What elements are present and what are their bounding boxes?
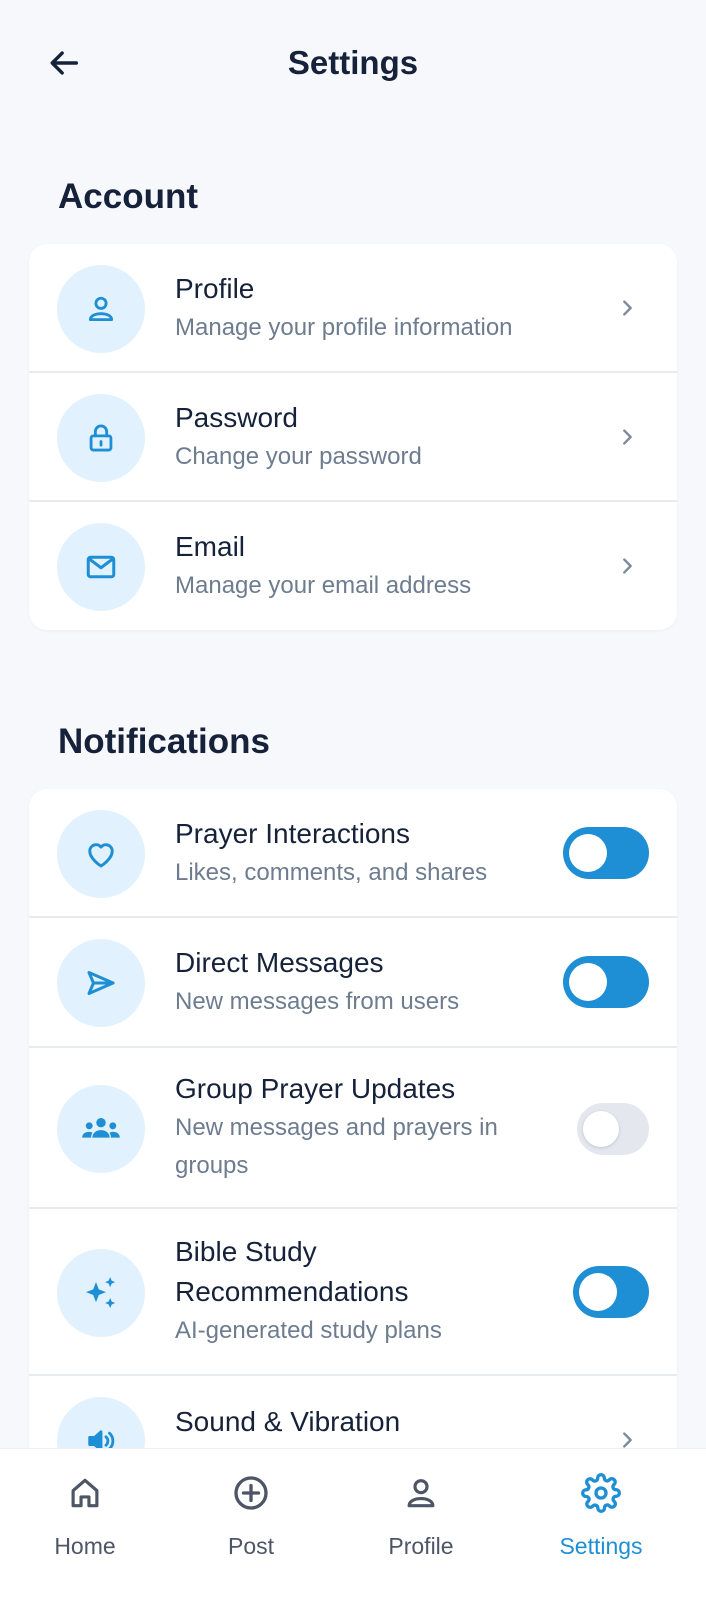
account-item-subtitle: Change your password [175, 443, 422, 470]
chevron-right-icon [615, 554, 639, 578]
notification-item-prayer-interactions: Prayer Interactions Likes, comments, and… [29, 789, 677, 918]
account-item-title: Email [175, 531, 246, 562]
account-item-profile[interactable]: Profile Manage your profile information [29, 244, 677, 373]
plus-circle-icon [229, 1471, 273, 1515]
nav-item-post[interactable]: Post [201, 1449, 301, 1600]
direct-messages-toggle[interactable] [563, 956, 649, 1008]
toggle-knob [583, 1111, 619, 1147]
notification-item-title: Direct Messages [175, 947, 384, 978]
heart-icon [57, 810, 145, 898]
toggle-knob [569, 963, 607, 1001]
prayer-interactions-toggle[interactable] [563, 827, 649, 879]
notification-item-subtitle: New messages from users [175, 988, 460, 1015]
notification-item-title: Bible Study Recommendations [175, 1236, 409, 1307]
nav-label: Post [227, 1533, 275, 1559]
chevron-right-icon [615, 296, 639, 320]
notification-item-subtitle: New messages and prayers in groups [175, 1114, 498, 1179]
page-title: Settings [287, 44, 419, 81]
group-icon [57, 1085, 145, 1173]
chevron-right-icon [615, 425, 639, 449]
user-icon [57, 265, 145, 353]
notification-item-bible-study-recommendations: Bible Study Recommendations AI-generated… [29, 1209, 677, 1376]
gear-icon [579, 1471, 623, 1515]
settings-screen: Settings Account Profile Manage your pro… [0, 0, 706, 1600]
user-icon [399, 1471, 443, 1515]
send-icon [57, 939, 145, 1027]
account-item-password[interactable]: Password Change your password [29, 373, 677, 502]
nav-item-settings[interactable]: Settings [541, 1449, 661, 1600]
lock-icon [57, 394, 145, 482]
home-icon [63, 1471, 107, 1515]
toggle-knob [569, 834, 607, 872]
account-item-subtitle: Manage your profile information [175, 314, 513, 341]
notification-item-title: Group Prayer Updates [175, 1073, 456, 1104]
account-card: Profile Manage your profile information … [29, 244, 677, 630]
notification-item-title: Prayer Interactions [175, 818, 410, 849]
notification-item-direct-messages: Direct Messages New messages from users [29, 918, 677, 1048]
bible-study-recommendations-toggle[interactable] [573, 1266, 649, 1318]
nav-label: Profile [388, 1533, 454, 1559]
nav-item-profile[interactable]: Profile [366, 1449, 476, 1600]
sparkle-icon [57, 1249, 145, 1337]
notification-item-group-prayer-updates: Group Prayer Updates New messages and pr… [29, 1048, 677, 1209]
nav-label: Home [54, 1533, 116, 1559]
account-item-email[interactable]: Email Manage your email address [29, 502, 677, 630]
account-section-title: Account [58, 177, 198, 216]
notification-item-title: Sound & Vibration [175, 1406, 401, 1437]
notification-item-subtitle: AI-generated study plans [175, 1317, 442, 1344]
header: Settings [0, 0, 706, 130]
nav-label: Settings [559, 1533, 643, 1559]
account-item-subtitle: Manage your email address [175, 572, 472, 599]
group-prayer-updates-toggle[interactable] [577, 1103, 649, 1155]
notifications-section-title: Notifications [58, 722, 270, 761]
account-item-title: Profile [175, 273, 255, 304]
account-item-title: Password [175, 402, 298, 433]
notification-item-subtitle: Likes, comments, and shares [175, 859, 488, 886]
notifications-card: Prayer Interactions Likes, comments, and… [29, 789, 677, 1469]
toggle-knob [579, 1273, 617, 1311]
mail-icon [57, 523, 145, 611]
nav-item-home[interactable]: Home [35, 1449, 135, 1600]
bottom-nav: Home Post Profile Settings [0, 1448, 706, 1600]
